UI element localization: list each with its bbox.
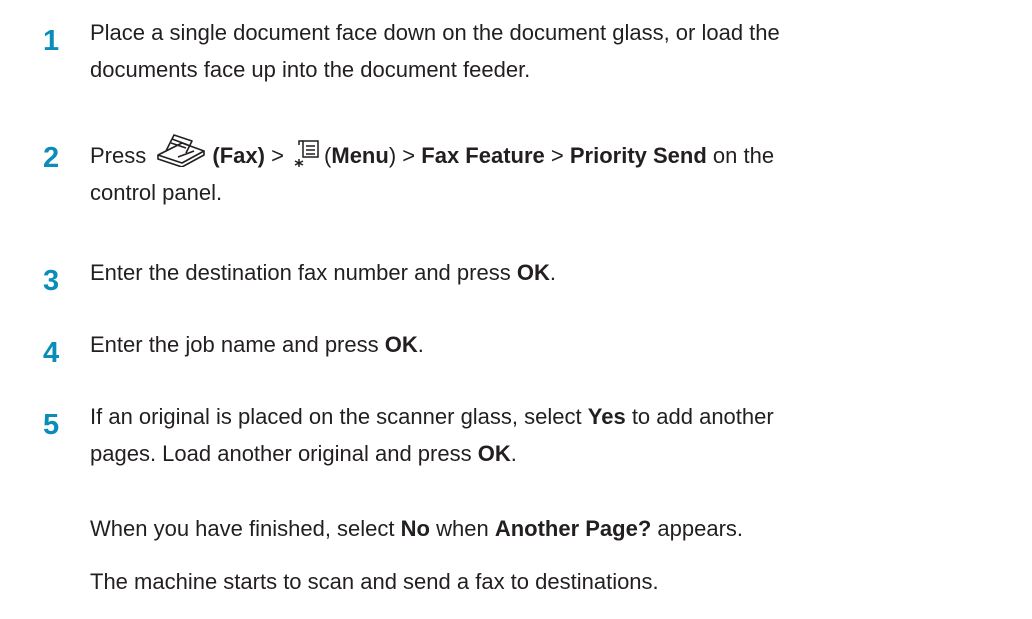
- yes-label: Yes: [587, 404, 626, 429]
- separator: >: [402, 143, 416, 168]
- step-5-paragraph-finished: When you have finished, select No when A…: [90, 510, 1025, 547]
- ok-label: OK: [384, 332, 418, 357]
- para-finished-post: appears.: [657, 516, 744, 541]
- no-label: No: [400, 516, 430, 541]
- step-1-line-2: documents face up into the document feed…: [90, 57, 531, 82]
- fax-icon: [152, 131, 210, 168]
- step-text: If an original is placed on the scanner …: [90, 398, 1025, 472]
- step-text: Press (Fax) > (Menu) > Fax Feature > Pri…: [90, 131, 1025, 211]
- separator: >: [550, 143, 564, 168]
- fax-label: (Fax): [212, 143, 265, 168]
- fax-feature-label: Fax Feature: [421, 143, 545, 168]
- step-number: 5: [43, 409, 60, 441]
- step-number: 4: [43, 337, 60, 369]
- step-3-text: Enter the destination fax number and pre…: [90, 260, 511, 285]
- step-number: 3: [43, 265, 60, 297]
- step-2-suffix: on the: [712, 143, 775, 168]
- menu-icon: [294, 139, 320, 169]
- para-finished-mid: when: [436, 516, 489, 541]
- menu-close-paren: ): [388, 143, 397, 168]
- step-4-text: Enter the job name and press: [90, 332, 379, 357]
- ok-label: OK: [516, 260, 550, 285]
- step-2-line-2: control panel.: [90, 180, 223, 205]
- step-2-prefix: Press: [90, 143, 147, 168]
- period: .: [549, 260, 556, 285]
- another-page-label: Another Page?: [494, 516, 652, 541]
- step-text: Enter the job name and press OK.: [90, 326, 1025, 363]
- separator: >: [271, 143, 284, 168]
- step-number: 2: [43, 142, 60, 174]
- step-number: 1: [43, 25, 60, 57]
- step-5-line-1-post: to add another: [631, 404, 774, 429]
- ok-label: OK: [477, 441, 511, 466]
- priority-send-label: Priority Send: [569, 143, 707, 168]
- step-5-paragraph-scan: The machine starts to scan and send a fa…: [90, 569, 659, 594]
- period: .: [417, 332, 424, 357]
- para-finished-pre: When you have finished, select: [90, 516, 395, 541]
- step-text: Enter the destination fax number and pre…: [90, 254, 1025, 291]
- step-text: Place a single document face down on the…: [90, 14, 1025, 88]
- step-1-line-1: Place a single document face down on the…: [90, 20, 780, 45]
- menu-label: Menu: [331, 143, 389, 168]
- period: .: [510, 441, 517, 466]
- step-5-line-2-pre: pages. Load another original and press: [90, 441, 472, 466]
- step-5-line-1-pre: If an original is placed on the scanner …: [90, 404, 582, 429]
